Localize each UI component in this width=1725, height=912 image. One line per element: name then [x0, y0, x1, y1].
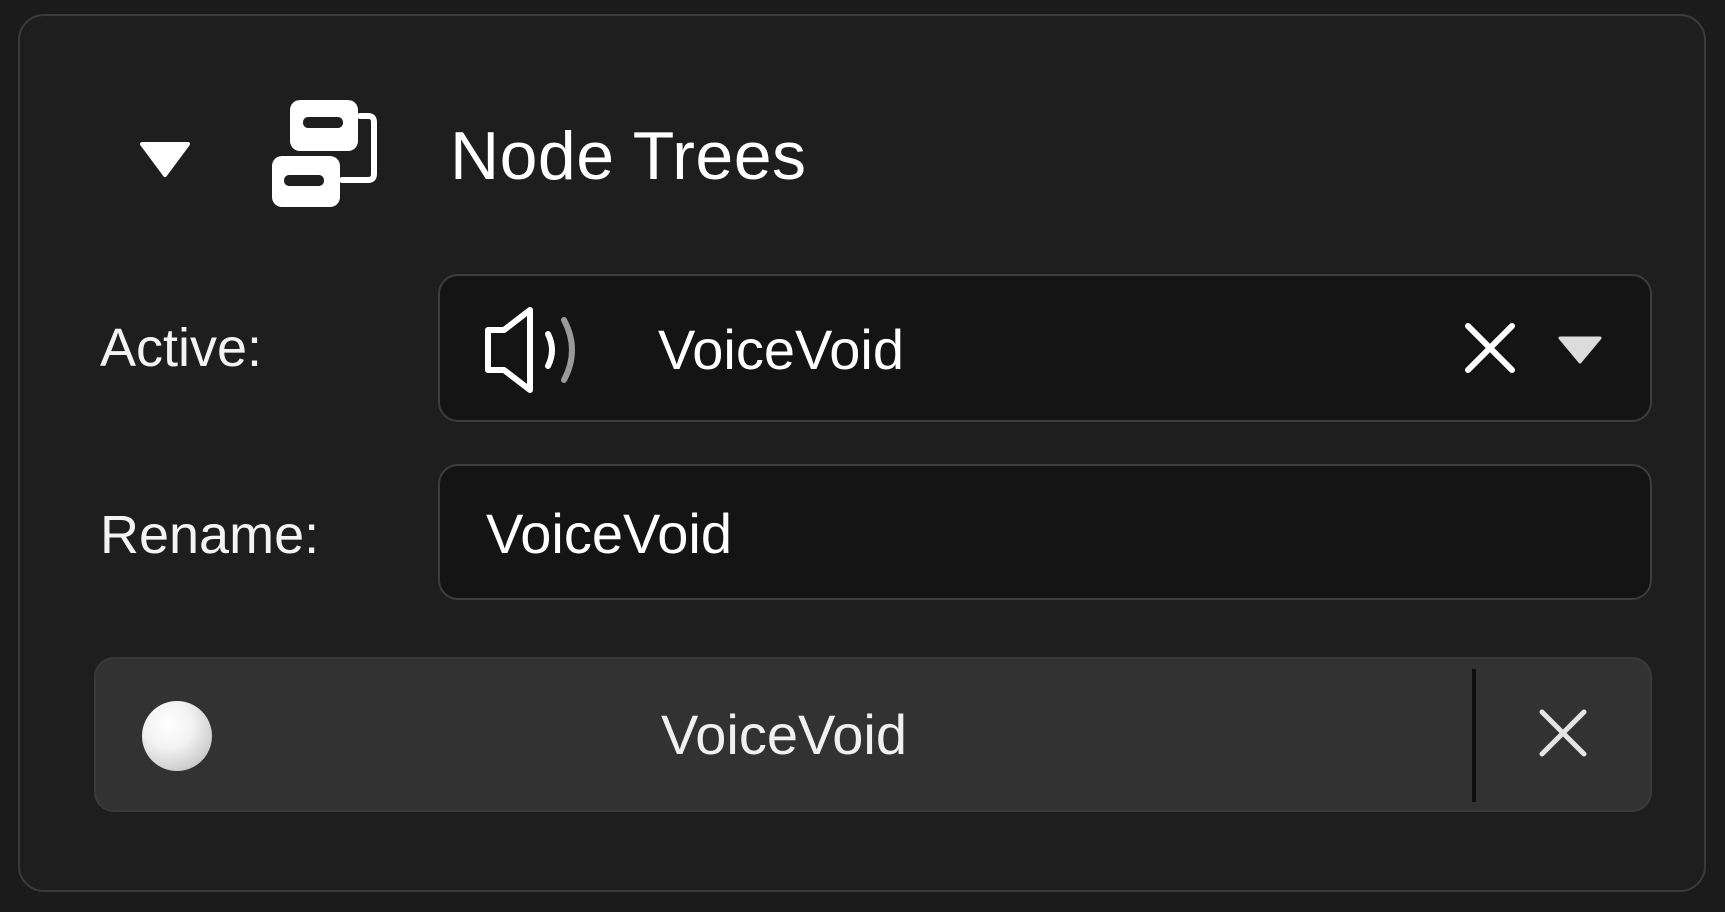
node-tree-icon	[272, 100, 377, 207]
datablock-widget: VoiceVoid	[94, 657, 1652, 812]
active-label: Active:	[100, 318, 263, 378]
panel-title: Node Trees	[450, 118, 807, 194]
speaker-icon	[485, 307, 575, 393]
close-icon[interactable]	[1460, 318, 1520, 378]
dropdown-triangle-icon[interactable]	[1556, 332, 1604, 368]
triangle-down-icon	[140, 142, 190, 177]
active-node-tree-selector[interactable]: VoiceVoid	[438, 274, 1652, 422]
datablock-name: VoiceVoid	[661, 703, 907, 766]
rename-field[interactable]	[438, 464, 1652, 600]
node-trees-panel: Node Trees Active: VoiceVoid Rename: Voi…	[18, 14, 1706, 892]
datablock-browse-button[interactable]: VoiceVoid	[96, 659, 1472, 810]
collapse-toggle[interactable]	[136, 136, 194, 182]
active-node-tree-name: VoiceVoid	[658, 318, 904, 381]
unlink-button[interactable]	[1476, 659, 1650, 810]
panel-header[interactable]: Node Trees	[20, 78, 1704, 228]
rename-input[interactable]	[486, 500, 1586, 566]
close-icon	[1539, 709, 1587, 757]
rename-label: Rename:	[100, 505, 320, 565]
